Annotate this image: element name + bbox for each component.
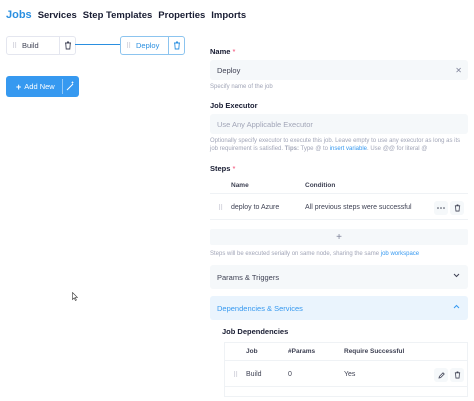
job-card-label: Build xyxy=(22,41,39,50)
drag-handle-icon[interactable]: ⠿ xyxy=(233,371,238,379)
column-header: Condition xyxy=(305,182,336,189)
ellipsis-icon xyxy=(437,207,445,209)
dependencies-services-section[interactable]: Dependencies & Services xyxy=(210,296,468,320)
required-marker: * xyxy=(232,164,236,173)
column-header: #Params xyxy=(288,348,316,355)
dependency-require-successful: Yes xyxy=(344,371,356,378)
column-header: Name xyxy=(231,182,249,189)
dependency-params: 0 xyxy=(288,371,292,378)
insert-variable-link[interactable]: insert variable xyxy=(330,146,367,152)
tab-services[interactable]: Services xyxy=(38,10,77,21)
delete-step-button[interactable] xyxy=(450,201,464,215)
executor-help: Optionally specify executor to execute t… xyxy=(210,138,461,152)
job-edit-form: Name * Deploy ✕ Specify name of the job … xyxy=(210,0,474,401)
params-triggers-section[interactable]: Params & Triggers xyxy=(210,265,468,289)
job-name-input[interactable]: Deploy ✕ xyxy=(210,60,468,80)
job-card-label: Deploy xyxy=(136,41,160,50)
steps-table: Name Condition ⠿ deploy to Azure All pre… xyxy=(210,178,468,226)
steps-help: Steps will be executed serially on same … xyxy=(210,251,420,257)
clear-icon[interactable]: ✕ xyxy=(455,66,462,75)
steps-table-header: Name Condition xyxy=(210,178,468,194)
trash-icon xyxy=(454,204,460,212)
job-workspace-link[interactable]: job workspace xyxy=(381,251,419,257)
trash-icon xyxy=(173,41,180,50)
table-row[interactable]: ⠿ deploy to Azure All previous steps wer… xyxy=(210,196,468,220)
name-label: Name * xyxy=(210,47,236,56)
name-help: Specify name of the job xyxy=(210,84,273,90)
drag-handle-icon[interactable]: ⠿ xyxy=(126,42,132,50)
job-card-build[interactable]: ⠿ Build xyxy=(6,36,76,55)
job-card-deploy[interactable]: ⠿ Deploy xyxy=(120,36,185,55)
more-actions-button[interactable] xyxy=(434,201,448,215)
table-row[interactable]: ⠿ Build 0 Yes xyxy=(225,363,467,387)
trash-icon xyxy=(454,371,460,379)
job-executor-label: Job Executor xyxy=(210,101,258,110)
dependencies-table-header: Job #Params Require Successful xyxy=(225,343,467,361)
chevron-down-icon xyxy=(453,273,460,278)
delete-dependency-button[interactable] xyxy=(450,368,464,382)
magic-wand-icon[interactable] xyxy=(66,81,75,91)
plus-icon: + xyxy=(16,81,22,92)
column-header: Require Successful xyxy=(344,348,405,355)
section-title: Dependencies & Services xyxy=(217,303,303,313)
mouse-cursor-icon xyxy=(72,292,78,301)
drag-handle-icon[interactable]: ⠿ xyxy=(218,204,223,212)
chevron-up-icon xyxy=(453,304,460,309)
step-name: deploy to Azure xyxy=(231,204,280,211)
tab-jobs[interactable]: Jobs xyxy=(6,9,32,21)
tab-step-templates[interactable]: Step Templates xyxy=(83,10,153,21)
steps-label: Steps * xyxy=(210,164,236,173)
job-dependencies-label: Job Dependencies xyxy=(222,327,289,336)
add-step-button[interactable]: + xyxy=(210,229,468,245)
step-condition: All previous steps were successful xyxy=(305,204,412,211)
trash-icon xyxy=(64,41,71,50)
section-title: Params & Triggers xyxy=(217,272,280,282)
dependency-connector xyxy=(75,44,120,45)
drag-handle-icon[interactable]: ⠿ xyxy=(12,42,18,50)
edit-dependency-button[interactable] xyxy=(434,368,448,382)
job-executor-select[interactable]: Use Any Applicable Executor xyxy=(210,114,468,134)
required-marker: * xyxy=(232,47,236,56)
dependency-job: Build xyxy=(246,371,262,378)
add-new-label: Add New xyxy=(24,82,55,91)
job-name-value: Deploy xyxy=(217,65,241,75)
delete-job-button[interactable] xyxy=(168,37,184,54)
pencil-icon xyxy=(437,371,445,379)
add-new-job-button[interactable]: + Add New xyxy=(6,76,79,97)
tab-properties[interactable]: Properties xyxy=(158,10,205,21)
delete-job-button[interactable] xyxy=(59,37,75,54)
job-dependencies-table: Job #Params Require Successful ⠿ Build 0… xyxy=(224,342,468,397)
column-header: Job xyxy=(246,348,258,355)
button-divider xyxy=(62,79,63,94)
